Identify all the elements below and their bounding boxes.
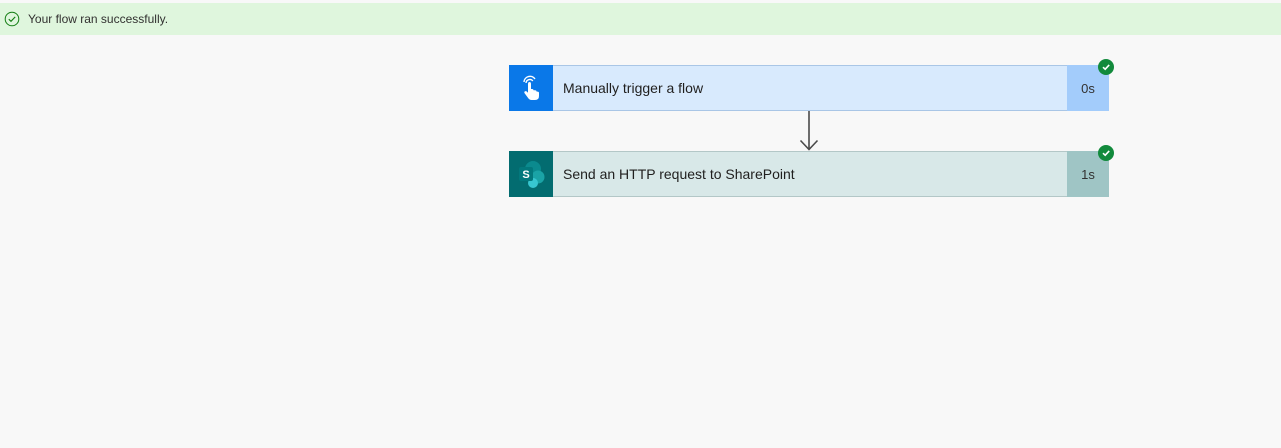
- success-check-icon: [1098, 59, 1114, 75]
- step-title: Send an HTTP request to SharePoint: [563, 166, 795, 182]
- step-card-trigger[interactable]: Manually trigger a flow 0s: [509, 65, 1109, 111]
- arrow-down-icon: [799, 111, 819, 151]
- check-circle-icon: [4, 11, 20, 27]
- step-title: Manually trigger a flow: [563, 80, 704, 96]
- success-check-icon: [1098, 145, 1114, 161]
- step-card-sharepoint[interactable]: S Send an HTTP request to SharePoint 1s: [509, 151, 1109, 197]
- sharepoint-icon: S: [509, 151, 553, 197]
- hand-pointer-icon: [509, 65, 553, 111]
- success-banner: Your flow ran successfully.: [0, 3, 1281, 35]
- banner-message: Your flow ran successfully.: [28, 12, 169, 26]
- sharepoint-letter: S: [522, 169, 529, 181]
